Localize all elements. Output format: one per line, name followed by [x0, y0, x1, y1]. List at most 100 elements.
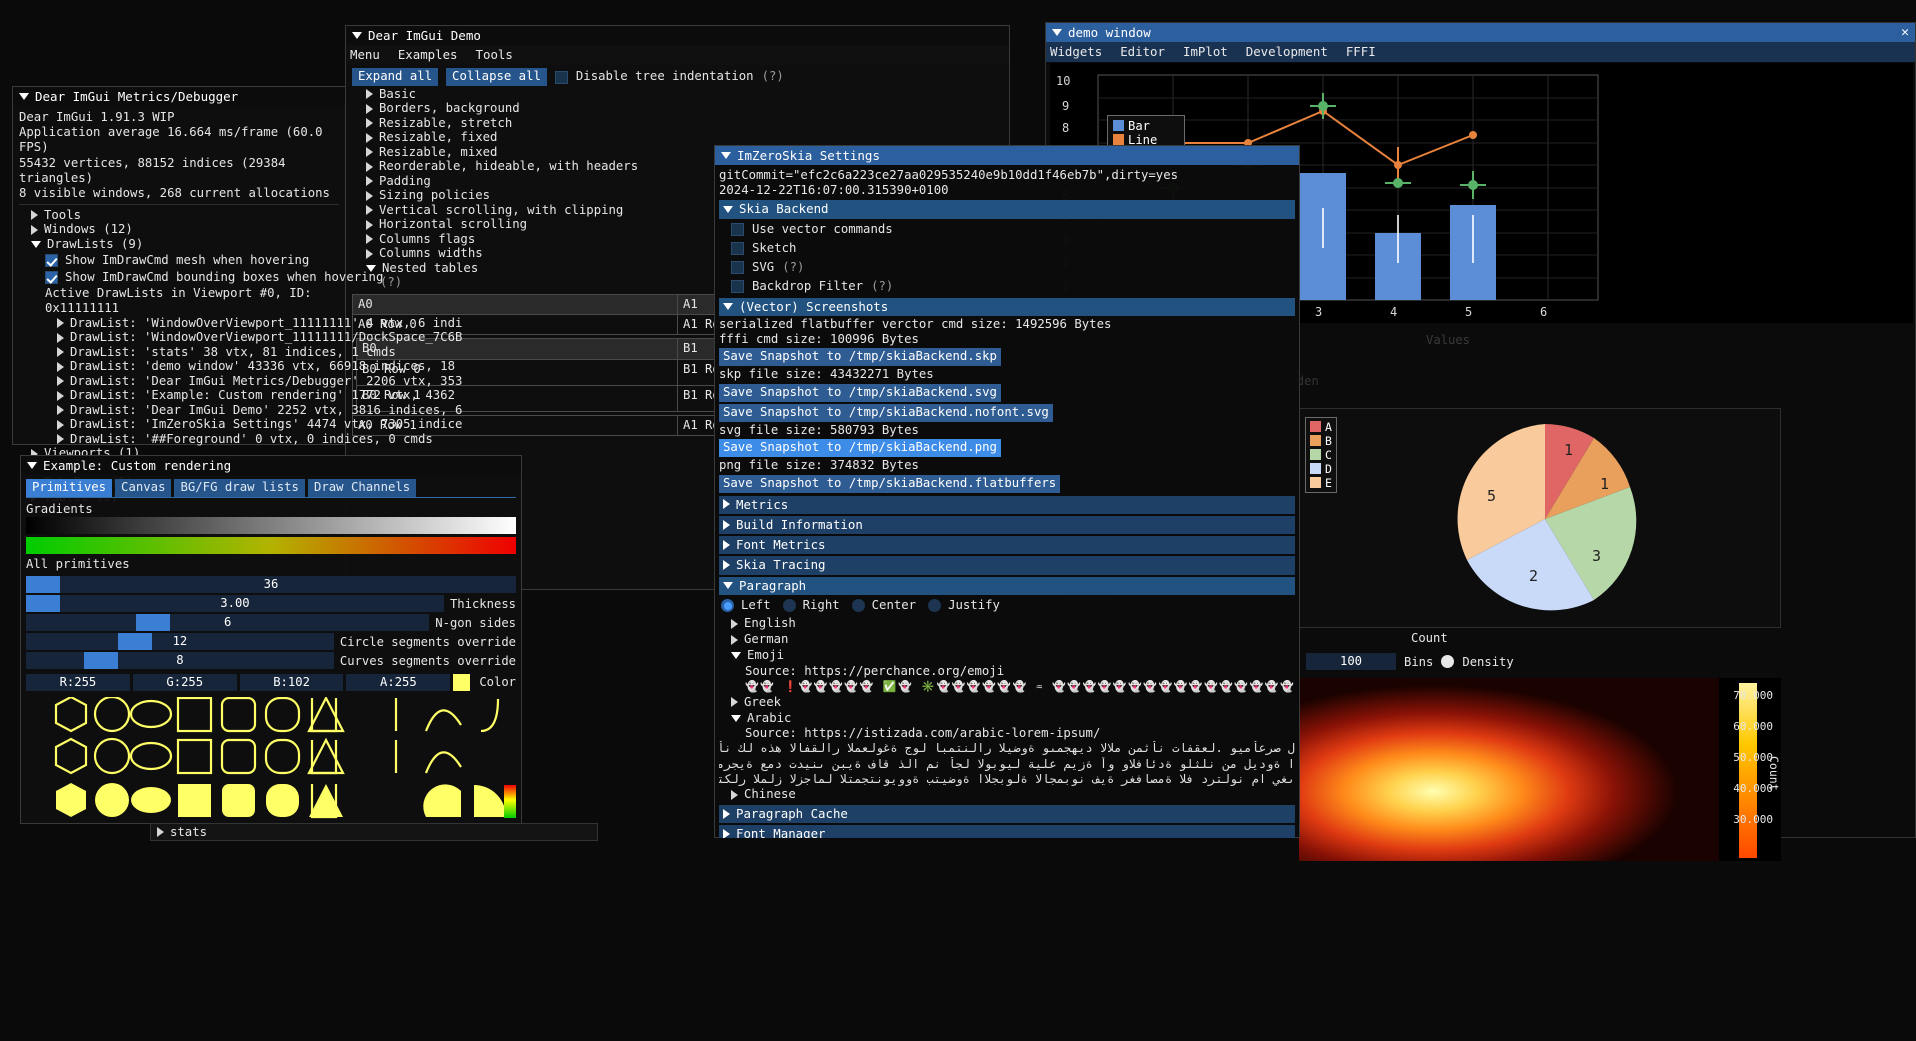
pie-legend-a[interactable]: A [1310, 420, 1332, 434]
header-font-manager[interactable]: Font Manager [719, 825, 1295, 838]
header-skia-tracing[interactable]: Skia Tracing [719, 556, 1295, 575]
header-build-information[interactable]: Build Information [719, 516, 1295, 535]
pie-legend-b[interactable]: B [1310, 434, 1332, 448]
header-paragraph-cache[interactable]: Paragraph Cache [719, 805, 1295, 824]
collapse-arrow-icon[interactable] [723, 302, 733, 310]
sketch-checkbox[interactable] [731, 241, 744, 255]
window-imzeroskia-settings[interactable]: ImZeroSkia Settings gitCommit="efc2c6a22… [714, 145, 1300, 838]
expand-arrow-icon[interactable] [57, 390, 64, 401]
expand-arrow-icon[interactable] [366, 147, 373, 158]
demo-titlebar[interactable]: Dear ImGui Demo [346, 26, 1009, 45]
expand-arrow-icon[interactable] [366, 161, 373, 172]
color-editor-row[interactable]: R:255 G:255 B:102 A:255 Color [26, 673, 516, 691]
collapse-arrow-icon[interactable] [31, 240, 41, 248]
expand-arrow-icon[interactable] [366, 132, 373, 143]
expand-arrow-icon[interactable] [57, 434, 64, 445]
slider-grab[interactable] [118, 632, 152, 650]
expand-arrow-icon[interactable] [366, 234, 373, 245]
drawlist-item[interactable]: DrawList: 'WindowOverViewport_11111111/D… [19, 330, 462, 346]
slider-thickness[interactable]: 3.00 [26, 594, 444, 612]
metrics-node-windows[interactable]: Windows (12) [19, 222, 339, 238]
expand-arrow-icon[interactable] [57, 405, 64, 416]
slider-curves-segments[interactable]: 8 [26, 651, 334, 669]
tab-bgfg-draw-lists[interactable]: BG/FG draw lists [174, 479, 305, 498]
table-col-a0[interactable]: A0 [352, 293, 678, 316]
pie-legend-c[interactable]: C [1310, 448, 1332, 462]
help-marker-icon[interactable]: (?) [762, 69, 784, 84]
option-backdrop-filter[interactable]: Backdrop Filter (?) [719, 277, 1295, 296]
expand-arrow-icon[interactable] [723, 539, 730, 550]
skia-titlebar[interactable]: ImZeroSkia Settings [715, 146, 1299, 165]
stats-window[interactable]: stats [150, 823, 598, 841]
show-bbox-row[interactable]: Show ImDrawCmd bounding boxes when hover… [19, 269, 383, 286]
pie-legend-e[interactable]: E [1310, 476, 1332, 490]
drawlist-item[interactable]: DrawList: 'ImZeroSkia Settings' 4474 vtx… [19, 417, 462, 433]
collapse-arrow-icon[interactable] [721, 152, 731, 159]
header-font-metrics[interactable]: Font Metrics [719, 536, 1295, 555]
lang-german[interactable]: German [719, 632, 1295, 648]
expand-arrow-icon[interactable] [366, 118, 373, 129]
save-snapshot-svg-button[interactable]: Save Snapshot to /tmp/skiaBackend.svg [719, 383, 1001, 402]
backdrop-filter-checkbox[interactable] [731, 279, 744, 293]
close-icon[interactable]: ✕ [1901, 23, 1915, 42]
expand-arrow-icon[interactable] [731, 697, 738, 708]
pie-legend[interactable]: A B C D E [1305, 417, 1337, 493]
tree-item-borders-background[interactable]: Borders, background [354, 101, 1003, 117]
show-drawcmd-bbox-checkbox[interactable] [45, 270, 58, 284]
drawlist-item[interactable]: DrawList: 'WindowOverViewport_11111111' … [19, 316, 462, 331]
expand-arrow-icon[interactable] [57, 376, 64, 387]
use-vector-commands-checkbox[interactable] [731, 222, 744, 236]
slider-grab[interactable] [136, 613, 170, 631]
expand-arrow-icon[interactable] [57, 318, 64, 329]
tab-draw-channels[interactable]: Draw Channels [307, 479, 417, 498]
drawlist-item[interactable]: DrawList: 'stats' 38 vtx, 81 indices, 1 … [19, 345, 396, 360]
header-vector-screenshots[interactable]: (Vector) Screenshots [719, 297, 1295, 316]
save-snapshot-flatbuffers-button[interactable]: Save Snapshot to /tmp/skiaBackend.flatbu… [719, 474, 1061, 493]
expand-arrow-icon[interactable] [366, 176, 373, 187]
svg-checkbox[interactable] [731, 260, 744, 274]
collapse-all-button[interactable]: Collapse all [446, 67, 547, 87]
align-justify-radio[interactable] [928, 599, 942, 613]
expand-arrow-icon[interactable] [723, 560, 730, 571]
demo-menubar[interactable]: Menu Examples Tools [346, 45, 1009, 65]
collapse-arrow-icon[interactable] [731, 652, 741, 660]
menu-widgets[interactable]: Widgets [1050, 44, 1102, 59]
save-snapshot-nofont-svg-button[interactable]: Save Snapshot to /tmp/skiaBackend.nofont… [719, 403, 1053, 423]
tree-item-resizable-fixed[interactable]: Resizable, fixed [354, 130, 1003, 146]
save-snapshot-skp-button[interactable]: Save Snapshot to /tmp/skiaBackend.skp [719, 348, 1001, 367]
expand-arrow-icon[interactable] [366, 103, 373, 114]
drawlist-item[interactable]: DrawList: '##Foreground' 0 vtx, 0 indice… [19, 432, 433, 447]
align-left-radio[interactable] [721, 599, 734, 613]
expand-arrow-icon[interactable] [157, 827, 164, 837]
expand-arrow-icon[interactable] [723, 519, 730, 530]
lang-english[interactable]: English [719, 616, 1295, 632]
menu-tools[interactable]: Tools [476, 47, 513, 62]
expand-arrow-icon[interactable] [731, 790, 738, 801]
slider-grab[interactable] [84, 651, 118, 669]
custom-render-titlebar[interactable]: Example: Custom rendering [21, 456, 521, 475]
metrics-titlebar[interactable]: Dear ImGui Metrics/Debugger [13, 87, 345, 106]
slider-0[interactable]: 36 [26, 575, 516, 593]
expand-arrow-icon[interactable] [57, 361, 64, 372]
color-r-field[interactable]: R:255 [26, 673, 130, 691]
legend-item-bar[interactable]: Bar [1113, 119, 1179, 133]
drawlist-item[interactable]: DrawList: 'Example: Custom rendering' 17… [19, 388, 455, 404]
slider-ngon-sides[interactable]: 6 [26, 613, 430, 631]
window-metrics-debugger[interactable]: Dear ImGui Metrics/Debugger Dear ImGui 1… [12, 86, 462, 504]
expand-arrow-icon[interactable] [723, 499, 730, 510]
expand-arrow-icon[interactable] [57, 347, 64, 358]
pie-legend-d[interactable]: D [1310, 462, 1332, 476]
expand-arrow-icon[interactable] [366, 89, 373, 100]
expand-arrow-icon[interactable] [731, 634, 738, 645]
header-metrics[interactable]: Metrics [719, 495, 1295, 515]
color-a-field[interactable]: A:255 [346, 673, 451, 691]
window-custom-rendering[interactable]: Example: Custom rendering Primitives Can… [20, 455, 526, 824]
lang-chinese[interactable]: Chinese [719, 787, 1295, 803]
expand-arrow-icon[interactable] [57, 419, 64, 430]
menu-examples[interactable]: Examples [398, 47, 458, 62]
svg-help-icon[interactable]: (?) [782, 260, 804, 275]
color-g-field[interactable]: G:255 [132, 673, 237, 691]
header-paragraph[interactable]: Paragraph [719, 576, 1295, 595]
drawlist-item[interactable]: DrawList: 'demo window' 43336 vtx, 66918… [19, 359, 455, 375]
tab-primitives[interactable]: Primitives [26, 479, 113, 498]
